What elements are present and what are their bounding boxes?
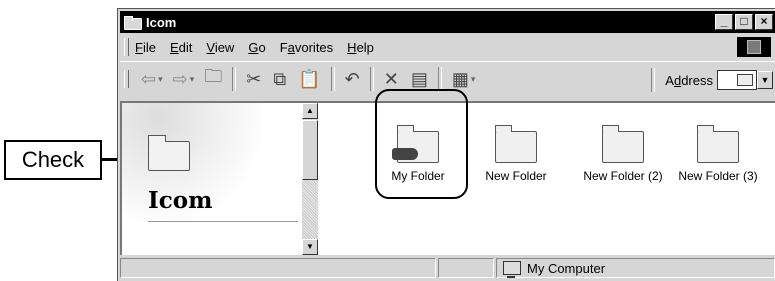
properties-icon[interactable]: ▤: [411, 69, 428, 90]
menu-favorites[interactable]: Favorites: [280, 40, 333, 55]
back-dropdown-icon[interactable]: ▾: [158, 74, 163, 85]
vertical-scrollbar[interactable]: ▲ ▼: [302, 103, 318, 255]
folder-icon: [737, 74, 753, 86]
toolbar-separator: [330, 67, 335, 91]
views-dropdown-icon[interactable]: ▾: [471, 74, 476, 85]
toolbar-grip[interactable]: [124, 70, 129, 88]
folder-title: Icom: [148, 187, 213, 214]
address-label: Address: [665, 72, 713, 88]
folder-icon: [124, 16, 142, 30]
status-bar: My Computer: [120, 258, 775, 280]
menu-file[interactable]: File: [135, 40, 156, 55]
delete-icon[interactable]: ✕: [384, 69, 399, 90]
menu-view[interactable]: View: [206, 40, 234, 55]
folder-item-new-folder-2[interactable]: New Folder (2): [568, 121, 678, 183]
undo-icon[interactable]: ↶: [345, 69, 360, 90]
menu-edit[interactable]: Edit: [170, 40, 192, 55]
back-arrow-icon[interactable]: ⇦: [141, 69, 156, 90]
folder-label: New Folder (3): [678, 169, 758, 183]
check-callout-box: Check: [4, 140, 102, 180]
status-panel-secondary: [438, 258, 494, 278]
scroll-down-button[interactable]: ▼: [302, 239, 318, 255]
menu-go[interactable]: Go: [248, 40, 265, 55]
windows-logo-icon: [737, 37, 771, 57]
title-bar[interactable]: Icom _ □ ×: [120, 11, 775, 33]
folder-icon: [495, 125, 537, 163]
status-panel-location: My Computer: [496, 258, 775, 278]
minimize-button[interactable]: _: [715, 14, 733, 30]
menu-bar: File Edit View Go Favorites Help: [120, 35, 775, 59]
forward-arrow-icon[interactable]: ⇨: [173, 69, 188, 90]
views-icon[interactable]: ▦: [452, 69, 469, 90]
toolbar-separator: [651, 68, 656, 92]
toolbar-separator: [437, 67, 442, 91]
my-folder-highlight-outline: [375, 89, 468, 199]
status-panel-main: [120, 258, 436, 278]
cut-icon[interactable]: ✂: [246, 69, 261, 90]
folder-icon: [697, 125, 739, 163]
close-button[interactable]: ×: [755, 14, 773, 30]
up-folder-icon[interactable]: 🗀: [204, 64, 222, 94]
status-location: My Computer: [527, 260, 606, 276]
folder-item-new-folder[interactable]: New Folder: [476, 121, 556, 183]
forward-dropdown-icon[interactable]: ▾: [190, 74, 195, 85]
folder-item-new-folder-3[interactable]: New Folder (3): [668, 121, 768, 183]
computer-icon: [503, 261, 521, 278]
folder-label: New Folder: [485, 169, 547, 183]
scroll-up-button[interactable]: ▲: [302, 103, 318, 119]
menu-grip[interactable]: [124, 38, 129, 56]
copy-icon[interactable]: ⧉: [273, 69, 286, 90]
paste-icon[interactable]: 📋: [298, 69, 320, 90]
address-bar: Address ▼: [647, 68, 773, 92]
toolbar-separator: [232, 67, 237, 91]
toolbar-separator: [369, 67, 374, 91]
folder-icon: [602, 125, 644, 163]
large-folder-icon: [148, 135, 190, 171]
address-field[interactable]: [717, 70, 757, 90]
title-underline: [148, 221, 298, 222]
web-view-pane: Icom: [122, 103, 302, 255]
folder-label: New Folder (2): [583, 169, 663, 183]
scroll-thumb[interactable]: [302, 120, 318, 180]
address-dropdown-button[interactable]: ▼: [757, 71, 773, 89]
window-title: Icom: [146, 14, 177, 30]
check-callout-label: Check: [21, 147, 85, 172]
menu-help[interactable]: Help: [347, 40, 374, 55]
maximize-button[interactable]: □: [735, 14, 753, 30]
